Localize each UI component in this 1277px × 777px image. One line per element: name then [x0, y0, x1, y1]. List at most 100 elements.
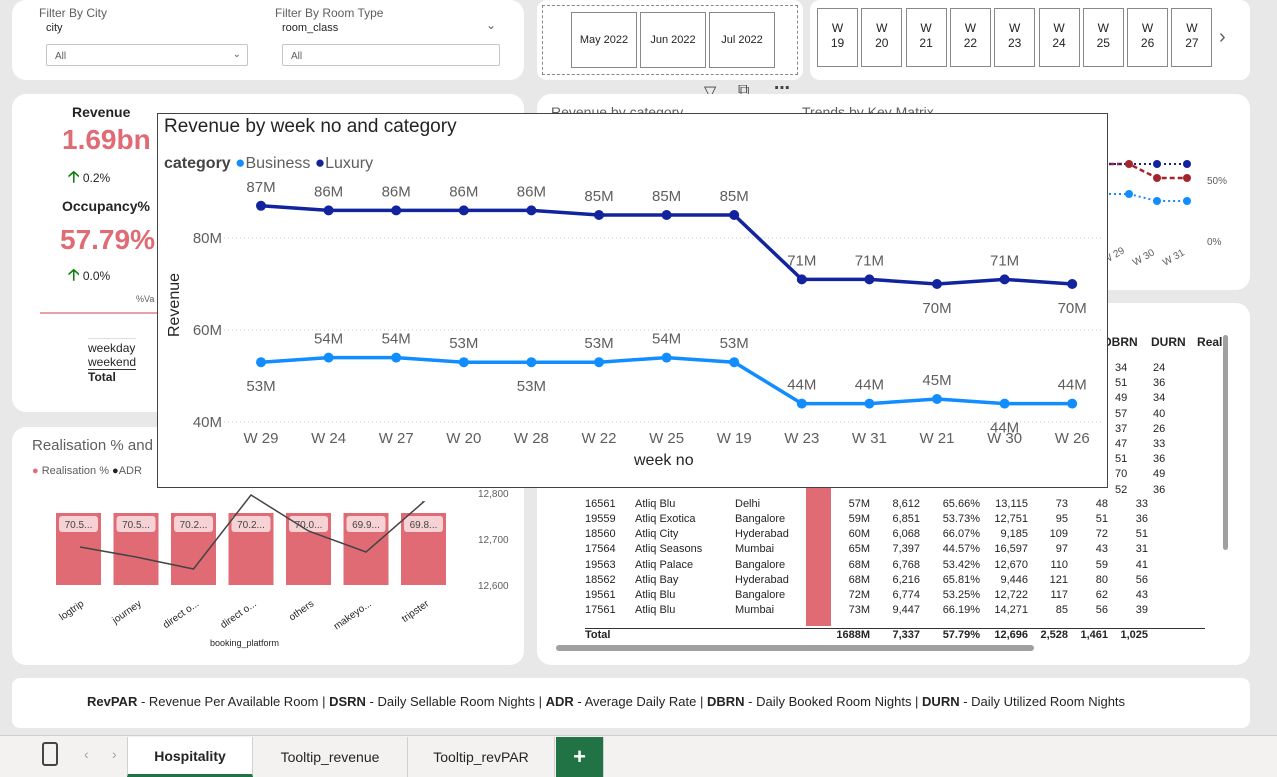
data-point[interactable] — [256, 357, 266, 368]
data-label: 53M — [246, 378, 275, 395]
table-cell: 66.19% — [942, 604, 980, 617]
room-filter-dropdown[interactable]: All — [282, 44, 500, 66]
table-cell: Atliq Blu — [635, 604, 676, 617]
data-point[interactable] — [864, 398, 875, 409]
week-prefix: W — [1097, 21, 1109, 35]
data-point[interactable] — [999, 274, 1010, 285]
data-point[interactable] — [729, 210, 740, 220]
chevron-left-icon[interactable]: ‹ — [84, 746, 89, 762]
week-button[interactable]: W 20 — [861, 8, 903, 67]
table-cell: 85 — [1055, 604, 1068, 617]
table-row[interactable]: 19561 Atliq Blu Bangalore 72M 6,774 53.25% 12,… — [585, 589, 1148, 601]
table-row[interactable]: 17561 Atliq Blu Mumbai 73M 9,447 66.19% 14,271… — [585, 604, 1148, 616]
month-may-2022[interactable]: May 2022 — [571, 12, 637, 68]
x-tick-label: W 27 — [379, 430, 414, 447]
room-filter-title: Filter By Room Type — [275, 6, 384, 20]
chevron-right-icon[interactable]: › — [112, 746, 117, 762]
table-row: 37 26 — [1115, 422, 1165, 437]
tab-hospitality[interactable]: Hospitality — [127, 737, 253, 777]
data-point[interactable] — [526, 205, 537, 216]
cell-durn: 33 — [1153, 438, 1166, 451]
month-jun-2022[interactable]: Jun 2022 — [640, 12, 706, 68]
filter-card: Filter By City city All ⌄ Filter By Room… — [12, 0, 524, 80]
cell-durn: 34 — [1153, 392, 1166, 405]
table-row[interactable]: 17564 Atliq Seasons Mumbai 65M 7,397 44.57% 16… — [585, 543, 1148, 555]
bar-category-label: direct o... — [219, 598, 259, 631]
glossary-term: DBRN — [706, 694, 745, 709]
adr-tick-label: 12,800 — [478, 489, 509, 500]
table-row[interactable]: 18560 Atliq City Hyderabad 60M 6,068 66.07% 9,… — [585, 528, 1148, 540]
table-row: 51 36 — [1115, 376, 1165, 391]
data-point[interactable] — [661, 352, 672, 363]
data-point[interactable] — [391, 205, 402, 216]
data-point[interactable] — [932, 394, 942, 404]
data-point[interactable] — [864, 274, 875, 285]
bar-data-label: 70.2... — [237, 520, 265, 531]
city-filter-dropdown[interactable]: All ⌄ — [46, 44, 248, 66]
week-button[interactable]: W 23 — [994, 8, 1036, 67]
data-point[interactable] — [526, 357, 537, 368]
data-point[interactable] — [796, 274, 807, 285]
glossary-definition: - Daily Booked Room Nights | — [744, 694, 923, 709]
chevron-down-icon: ⌄ — [232, 49, 241, 60]
table-row[interactable]: 19559 Atliq Exotica Bangalore 59M 6,851 53.73… — [585, 513, 1148, 525]
data-point[interactable] — [796, 398, 807, 409]
table-row[interactable]: 19563 Atliq Palace Bangalore 68M 6,768 53.42%… — [585, 559, 1148, 571]
data-point[interactable] — [323, 205, 334, 216]
week-button[interactable]: W 27 — [1171, 8, 1213, 67]
trend-pct-tick: 0% — [1207, 237, 1222, 248]
data-point[interactable] — [1067, 398, 1078, 409]
table-cell: Atliq Palace — [635, 558, 694, 571]
data-point[interactable] — [256, 200, 266, 211]
data-point[interactable] — [323, 352, 334, 363]
chevron-right-icon[interactable]: › — [1219, 26, 1226, 49]
total-cell: 57.79% — [942, 629, 980, 641]
week-button[interactable]: W 26 — [1127, 8, 1169, 67]
data-point[interactable] — [458, 205, 469, 216]
data-point[interactable] — [391, 352, 402, 363]
table-cell: 9,447 — [892, 604, 920, 617]
table-cell: 14,271 — [994, 604, 1028, 617]
week-button[interactable]: W 22 — [949, 8, 991, 67]
data-point[interactable] — [729, 357, 740, 368]
table-cell: 72M — [848, 589, 870, 601]
data-point[interactable] — [594, 210, 604, 220]
week-button[interactable]: W 21 — [905, 8, 947, 67]
data-point[interactable] — [594, 357, 604, 368]
data-point[interactable] — [661, 210, 672, 220]
table-cell: 59M — [848, 513, 870, 525]
revenue-kpi-title: Revenue — [72, 104, 131, 120]
table-cell: 17564 — [585, 543, 616, 556]
table-row[interactable]: 16561 Atliq Blu Delhi 57M 8,612 65.66% 13,115 7… — [585, 498, 1148, 510]
table-row[interactable]: 18562 Atliq Bay Hyderabad 68M 6,216 65.81% 9,4… — [585, 574, 1148, 586]
month-jul-2022[interactable]: Jul 2022 — [709, 12, 775, 68]
adr-tick-label: 12,600 — [478, 581, 509, 592]
week-button[interactable]: W 19 — [817, 8, 858, 67]
x-tick-label: W 23 — [784, 430, 819, 447]
chevron-down-icon[interactable]: ⌄ — [486, 18, 496, 32]
week-button[interactable]: W 25 — [1082, 8, 1124, 67]
table-cell: 60M — [848, 528, 870, 541]
col-header-real[interactable]: Real — [1197, 335, 1222, 349]
table-cell: 18560 — [585, 528, 616, 541]
table-cell: 59 — [1095, 558, 1108, 571]
x-tick-label: W 19 — [717, 430, 752, 447]
tooltip-ylabel: Revenue — [166, 272, 183, 338]
horizontal-scrollbar[interactable] — [556, 645, 1034, 651]
data-point[interactable] — [458, 357, 469, 368]
add-page-button[interactable]: + — [556, 737, 604, 777]
tab-tooltip-revenue[interactable]: Tooltip_revenue — [253, 737, 408, 777]
data-point[interactable] — [932, 279, 942, 289]
x-tick-label: W 20 — [446, 430, 481, 447]
data-point[interactable] — [999, 398, 1010, 409]
table-cell: Bangalore — [735, 558, 786, 571]
data-point[interactable] — [1067, 279, 1078, 289]
data-label: 45M — [922, 372, 951, 389]
phone-layout-icon[interactable] — [42, 742, 58, 766]
table-cell: 17561 — [585, 604, 616, 617]
col-header-durn[interactable]: DURN — [1151, 335, 1186, 349]
tab-tooltip-revpar[interactable]: Tooltip_revPAR — [408, 737, 555, 777]
week-button[interactable]: W 24 — [1038, 8, 1080, 67]
table-cell: 80 — [1095, 573, 1108, 586]
vertical-scrollbar[interactable] — [1223, 335, 1228, 550]
